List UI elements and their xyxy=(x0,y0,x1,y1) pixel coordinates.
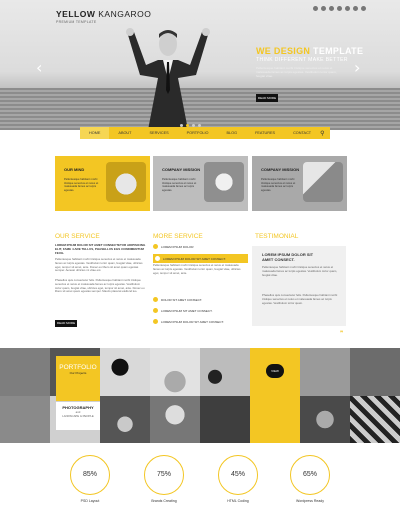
testimonial-paragraph-2: Phasellus quis consectetur felis. Pellen… xyxy=(262,293,338,305)
more-service-item-label: DOLOR SIT AMET CONSECT. xyxy=(161,297,203,302)
feature-box-image xyxy=(106,162,146,202)
stat-circle: 75% xyxy=(144,455,184,495)
nav-item-services[interactable]: SERVICES xyxy=(141,127,178,139)
logo-bold: YELLOW xyxy=(56,9,96,19)
feature-box-text: Pellentesque habitant morbi tristique se… xyxy=(64,178,99,192)
site-tagline: PREMIUM TEMPLATE xyxy=(56,20,97,24)
bullet-icon xyxy=(153,297,158,302)
stat-label: PSD Layout xyxy=(80,499,100,503)
more-service-heading: MORE SERVICE xyxy=(153,233,203,240)
nav-item-blog[interactable]: BLOG xyxy=(218,127,247,139)
rss-icon[interactable] xyxy=(345,6,350,11)
feature-box-image xyxy=(204,162,244,202)
our-service-read-more-button[interactable]: READ MORE xyxy=(55,320,77,327)
more-service-item-label: LOREM IPSUM DOLOR SIT AMET CONSECT. xyxy=(161,319,224,324)
logo-rest: KANGAROO xyxy=(98,9,152,19)
photography-card: PHOTOGRAPHY and LANDSCAPE & PEOPLE xyxy=(56,402,100,430)
more-service-item[interactable]: LOREM IPSUM DOLOR xyxy=(153,244,248,249)
stat-label: Brands Creating xyxy=(151,499,177,503)
feature-box-text: Pellentesque habitant morbi tristique se… xyxy=(261,178,296,192)
our-service-heading: OUR SERVICE xyxy=(55,233,100,240)
feature-box-text: Pellentesque habitant morbi tristique se… xyxy=(162,178,197,192)
more-service-item-label: LOREM IPSUM SIT AMET CONSECT. xyxy=(161,308,213,313)
testimonial-headline: LOREM IPSUM DOLOR SIT AMET CONSECT. xyxy=(262,252,314,262)
portfolio-thumb[interactable] xyxy=(0,395,50,443)
linkedin-icon[interactable] xyxy=(337,6,342,11)
nav-item-home[interactable]: HOME xyxy=(80,127,110,139)
slider-next-icon[interactable]: › xyxy=(354,58,360,77)
portfolio-thumb[interactable] xyxy=(150,395,200,443)
feature-box-title: OUR MIND xyxy=(64,167,85,172)
testimonial-box: LOREM IPSUM DOLOR SIT AMET CONSECT. Pell… xyxy=(252,246,346,326)
hero-read-more-button[interactable]: READ MORE xyxy=(256,94,278,102)
stat-circle: 65% xyxy=(290,455,330,495)
dribbble-icon[interactable] xyxy=(353,6,358,11)
portfolio-thumb[interactable] xyxy=(200,348,250,396)
bullet-icon xyxy=(153,319,158,324)
more-service-item-label: LOREM IPSUM DOLOR SIT AMET CONSECT. xyxy=(163,256,226,261)
view-button[interactable]: VIEW xyxy=(266,364,284,378)
portfolio-thumb[interactable] xyxy=(100,395,150,443)
portfolio-thumb[interactable] xyxy=(250,395,300,443)
stat-circle: 85% xyxy=(70,455,110,495)
portfolio-subtitle: Our Projects xyxy=(69,371,87,375)
google-icon[interactable] xyxy=(329,6,334,11)
portfolio-thumb-active[interactable]: VIEW xyxy=(250,348,300,396)
portfolio-title-card: PORTFOLIO Our Projects xyxy=(56,356,100,401)
portfolio-thumb[interactable] xyxy=(350,348,400,396)
more-service-item[interactable]: LOREM IPSUM SIT AMET CONSECT. xyxy=(153,308,248,313)
feature-box-title: COMPANY MISSION xyxy=(261,167,300,172)
more-service-text: Pellentesque habitant morbi tristique se… xyxy=(153,263,241,275)
photography-sub-2: LANDSCAPE & PEOPLE xyxy=(62,414,94,418)
more-service-item-active[interactable]: LOREM IPSUM DOLOR SIT AMET CONSECT. xyxy=(153,254,248,263)
main-nav: HOME ABOUT SERVICES PORTFOLIO BLOG FEATU… xyxy=(80,127,330,139)
bullet-icon xyxy=(155,256,160,261)
feature-box-image xyxy=(303,162,343,202)
hero-subtitle: THINK DIFFERENT MAKE BETTER xyxy=(256,57,348,63)
stat-circle: 45% xyxy=(218,455,258,495)
our-service-paragraph-1: Pellentesque habitant morbi tristique se… xyxy=(55,257,143,273)
portfolio-thumb[interactable] xyxy=(150,348,200,396)
hero-text: Pellentesque habitant morbi tristique se… xyxy=(256,66,337,78)
portfolio-thumb[interactable] xyxy=(300,395,350,443)
quote-icon: ❞ xyxy=(340,331,344,337)
feature-box-1: OUR MIND Pellentesque habitant morbi tri… xyxy=(55,156,150,211)
feature-box-2: COMPANY MISSION Pellentesque habitant mo… xyxy=(153,156,248,211)
portfolio-thumb[interactable] xyxy=(300,348,350,396)
feature-box-3: COMPANY MISSION Pellentesque habitant mo… xyxy=(252,156,347,211)
hero-businessman-image xyxy=(126,28,210,130)
our-service-lead: LOREM IPSUM DOLOR SIT AMET CONSECTETUR A… xyxy=(55,243,146,255)
nav-item-features[interactable]: FEATURES xyxy=(246,127,284,139)
social-icons xyxy=(313,6,366,11)
more-service-item[interactable]: DOLOR SIT AMET CONSECT. xyxy=(153,297,248,302)
nav-item-portfolio[interactable]: PORTFOLIO xyxy=(178,127,218,139)
more-service-item-label: LOREM IPSUM DOLOR xyxy=(161,244,194,249)
hero-title-accent: WE DESIGN xyxy=(256,46,311,56)
nav-item-about[interactable]: ABOUT xyxy=(109,127,140,139)
pinterest-icon[interactable] xyxy=(361,6,366,11)
hero-title-rest: TEMPLATE xyxy=(313,46,364,56)
nav-item-contact[interactable]: CONTACT xyxy=(284,127,320,139)
portfolio-title: PORTFOLIO xyxy=(59,364,97,371)
twitter-icon[interactable] xyxy=(321,6,326,11)
slider-prev-icon[interactable]: ‹ xyxy=(36,58,42,77)
portfolio-thumb[interactable] xyxy=(200,395,250,443)
bullet-icon xyxy=(153,244,158,249)
stat-label: Wordpress Ready xyxy=(296,499,324,503)
portfolio-thumb[interactable] xyxy=(100,348,150,396)
more-service-item[interactable]: LOREM IPSUM DOLOR SIT AMET CONSECT. xyxy=(153,319,248,324)
facebook-icon[interactable] xyxy=(313,6,318,11)
our-service-paragraph-2: Phasellus quis consectetur felis. Pellen… xyxy=(55,278,145,294)
testimonial-heading: TESTIMONIAL xyxy=(255,233,299,240)
portfolio-thumb[interactable] xyxy=(350,395,400,443)
feature-box-title: COMPANY MISSION xyxy=(162,167,201,172)
search-icon[interactable]: ⚲ xyxy=(320,130,324,137)
hero-title: WE DESIGN TEMPLATE xyxy=(256,46,363,56)
portfolio-thumb[interactable] xyxy=(0,348,50,396)
bullet-icon xyxy=(153,308,158,313)
testimonial-paragraph-1: Pellentesque habitant morbi tristique se… xyxy=(262,265,338,277)
site-logo[interactable]: YELLOW KANGAROO xyxy=(56,9,151,19)
stat-label: HTML Coding xyxy=(227,499,249,503)
